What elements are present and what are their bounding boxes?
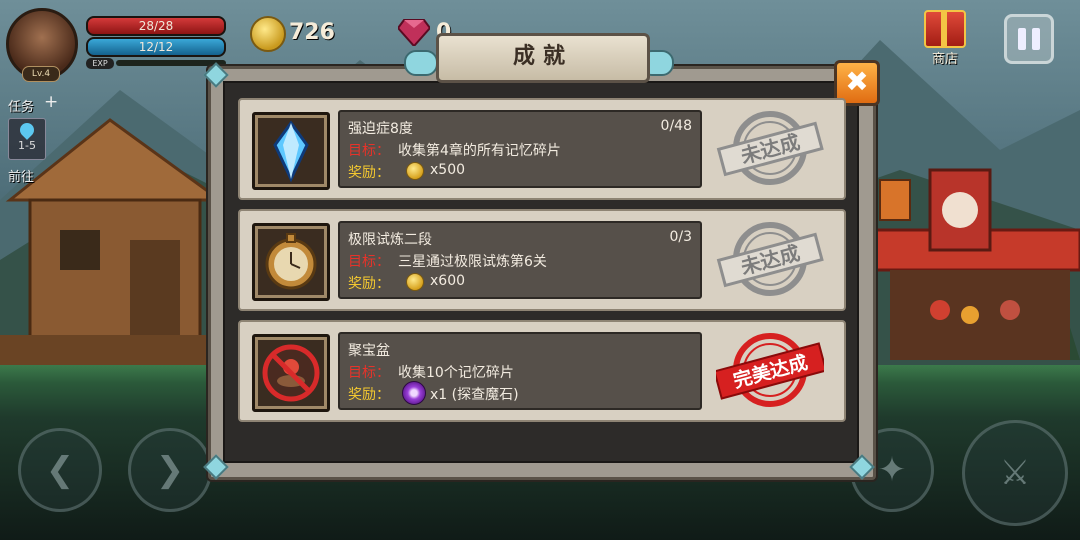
dialog-title: 成就: [436, 33, 650, 83]
blue-crystal-icon: [252, 112, 330, 190]
achievement-name: 极限试炼二段: [348, 232, 432, 248]
goal-text: 收集第4章的所有记忆碎片: [398, 143, 561, 159]
goal-label: 目标：: [348, 254, 390, 270]
achievement-row[interactable]: 极限试炼二段 0/3 目标： 三星通过极限试炼第6关 奖励： x600 未达成: [238, 209, 846, 311]
gift-box-icon: [924, 10, 966, 48]
eye-stone-icon: [402, 381, 426, 405]
stamp-not-achieved: 未达成: [716, 111, 824, 185]
title-wing-left: [404, 50, 438, 76]
gold-coin-icon: [250, 16, 286, 52]
achievement-info: 强迫症8度 0/48 目标： 收集第4章的所有记忆碎片 奖励： x500: [338, 110, 702, 188]
achievement-info: 聚宝盆 目标： 收集10个记忆碎片 奖励： x1 (探查魔石): [338, 332, 702, 410]
reward-label: 奖励：: [348, 276, 390, 292]
achievement-name: 聚宝盆: [348, 343, 390, 359]
goal-label: 目标：: [348, 365, 390, 381]
coin-icon: [406, 273, 424, 291]
player-level: Lv.4: [22, 66, 60, 82]
achievement-row[interactable]: 聚宝盆 目标： 收集10个记忆碎片 奖励： x1 (探查魔石) 完美达成: [238, 320, 846, 422]
forbidden-treasure-bowl-icon: [252, 334, 330, 412]
achievement-info: 极限试炼二段 0/3 目标： 三星通过极限试炼第6关 奖励： x600: [338, 221, 702, 299]
goal-label: 目标：: [348, 143, 390, 159]
move-left-button[interactable]: ❮: [18, 428, 102, 512]
shop-label: 商店: [931, 52, 958, 67]
task-stage: 1-5: [18, 139, 36, 152]
exp-bar: [116, 60, 226, 66]
stamp-perfect-achieved: 完美达成: [716, 333, 824, 407]
pause-button[interactable]: [1004, 14, 1054, 64]
pocket-watch-icon: [252, 223, 330, 301]
shop-button[interactable]: 商店: [922, 10, 968, 67]
achievement-name: 强迫症8度: [348, 121, 413, 137]
exp-label: EXP: [86, 58, 114, 69]
reward-label: 奖励：: [348, 165, 390, 181]
gem-icon: [398, 19, 430, 46]
pause-icon: [1018, 28, 1026, 50]
attack-button[interactable]: ⚔: [962, 420, 1068, 526]
market-stall: [868, 168, 1080, 360]
task-stage-card[interactable]: 1-5: [8, 118, 46, 160]
achievement-progress: 0/48: [660, 118, 692, 134]
gold-amount: 726: [289, 20, 335, 45]
task-label[interactable]: 任务: [8, 96, 34, 115]
move-right-button[interactable]: ❯: [128, 428, 212, 512]
goto-button[interactable]: 前往: [8, 166, 34, 185]
stamp-not-achieved: 未达成: [716, 222, 824, 296]
reward-text: x600: [430, 273, 466, 289]
goal-text: 三星通过极限试炼第6关: [398, 254, 547, 270]
achievement-row[interactable]: 强迫症8度 0/48 目标： 收集第4章的所有记忆碎片 奖励： x500 未达成: [238, 98, 846, 200]
reward-text: x1 (探查魔石): [430, 387, 519, 403]
goal-text: 收集10个记忆碎片: [398, 365, 514, 381]
reward-text: x500: [430, 162, 466, 178]
droplet-icon: [17, 120, 37, 140]
coin-icon: [406, 162, 424, 180]
mp-bar: 12/12: [86, 37, 226, 57]
close-icon: ✖: [845, 65, 869, 98]
reward-label: 奖励：: [348, 387, 390, 403]
achievement-progress: 0/3: [669, 229, 692, 245]
task-expand-icon[interactable]: +: [44, 92, 58, 112]
hp-bar: 28/28: [86, 16, 226, 36]
